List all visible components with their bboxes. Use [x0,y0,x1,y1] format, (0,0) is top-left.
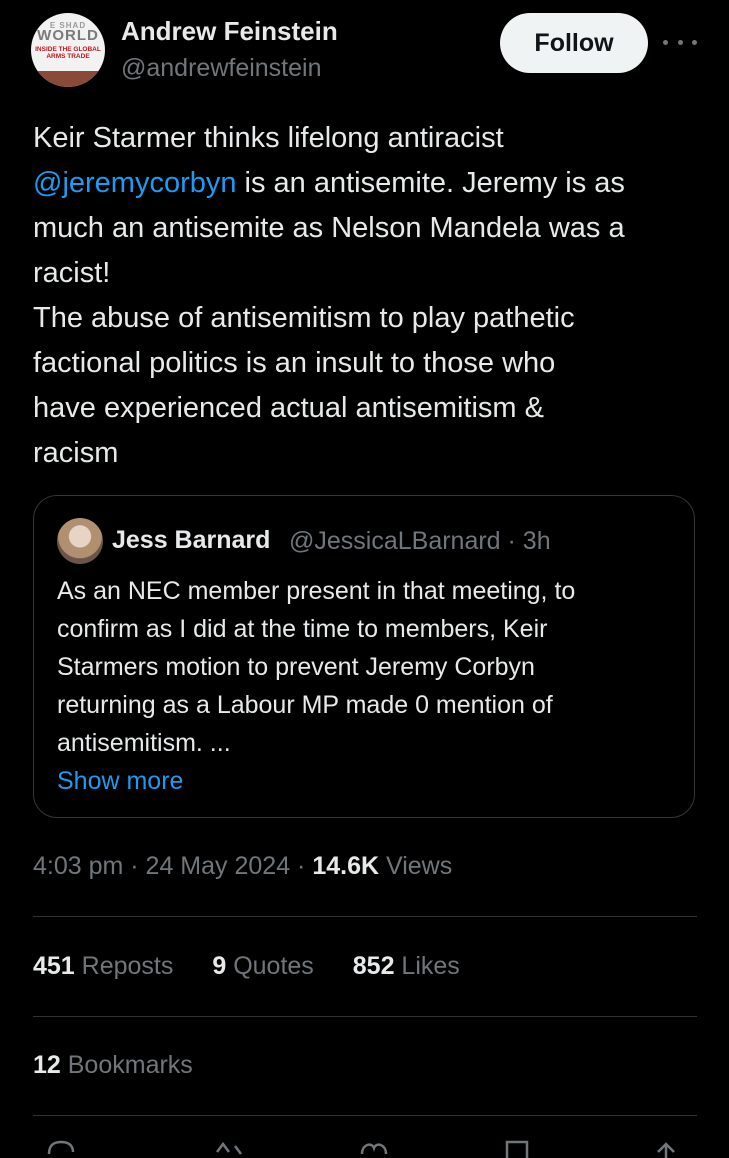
avatar-text-2: WORLD [37,27,99,44]
tweet-text: Keir Starmer thinks lifelong antiracist … [33,116,713,476]
likes-stat[interactable]: 852 Likes [353,952,460,980]
tweet-line: have experienced actual antisemitism & [33,392,544,424]
quote-line: Starmers motion to prevent Jeremy Corbyn [57,653,535,681]
quote-line: confirm as I did at the time to members,… [57,615,548,643]
repost-icon[interactable] [213,1138,245,1158]
mention-link[interactable]: @jeremycorbyn [33,167,237,199]
views-label: Views [379,852,453,880]
action-bar [33,1138,693,1158]
quote-line: returning as a Labour MP made 0 mention … [57,691,553,719]
reply-icon[interactable] [45,1138,77,1158]
tweet-line: racism [33,437,119,469]
quote-author-handle: @JessicaLBarnard · 3h [289,527,551,555]
tweet-line: is an antisemite. Jeremy is as [236,167,625,199]
follow-button[interactable]: Follow [500,13,648,73]
quote-text: As an NEC member present in that meeting… [57,572,677,800]
divider [33,1115,697,1116]
engagement-stats: 451 Reposts 9 Quotes 852 Likes [33,952,492,981]
quote-line: antisemitism. ... [57,729,231,757]
avatar-photo-strip [31,71,105,87]
author-name[interactable]: Andrew Feinstein [121,16,338,47]
share-icon[interactable] [650,1138,682,1158]
quote-author-avatar[interactable] [57,518,103,564]
more-options-icon[interactable] [663,30,697,54]
timestamp[interactable]: 4:03 pm · 24 May 2024 · [33,852,312,880]
quote-author-name: Jess Barnard [112,526,271,554]
bookmarks-stat[interactable]: 12 Bookmarks [33,1051,193,1080]
divider [33,916,697,917]
avatar-text-3: INSIDE THE GLOBAL ARMS TRADE [35,46,101,60]
show-more-link[interactable]: Show more [57,762,677,800]
tweet-meta: 4:03 pm · 24 May 2024 · 14.6K Views [33,852,452,881]
reposts-stat[interactable]: 451 Reposts [33,952,173,980]
views-count: 14.6K [312,852,380,880]
tweet-line: The abuse of antisemitism to play pathet… [33,302,575,334]
quotes-stat[interactable]: 9 Quotes [212,952,313,980]
tweet-line: much an antisemite as Nelson Mandela was… [33,212,625,244]
bookmark-icon[interactable] [501,1138,533,1158]
quote-line: As an NEC member present in that meeting… [57,577,576,605]
tweet-line: factional politics is an insult to those… [33,347,556,379]
author-handle[interactable]: @andrewfeinstein [121,54,322,83]
tweet-line: racist! [33,257,111,289]
tweet-line: Keir Starmer thinks lifelong antiracist [33,122,504,154]
author-avatar[interactable]: E SHAD WORLD INSIDE THE GLOBAL ARMS TRADE [31,13,105,87]
divider [33,1016,697,1017]
like-icon[interactable] [358,1138,390,1158]
quoted-tweet[interactable]: Jess Barnard @JessicaLBarnard · 3h As an… [33,495,695,818]
